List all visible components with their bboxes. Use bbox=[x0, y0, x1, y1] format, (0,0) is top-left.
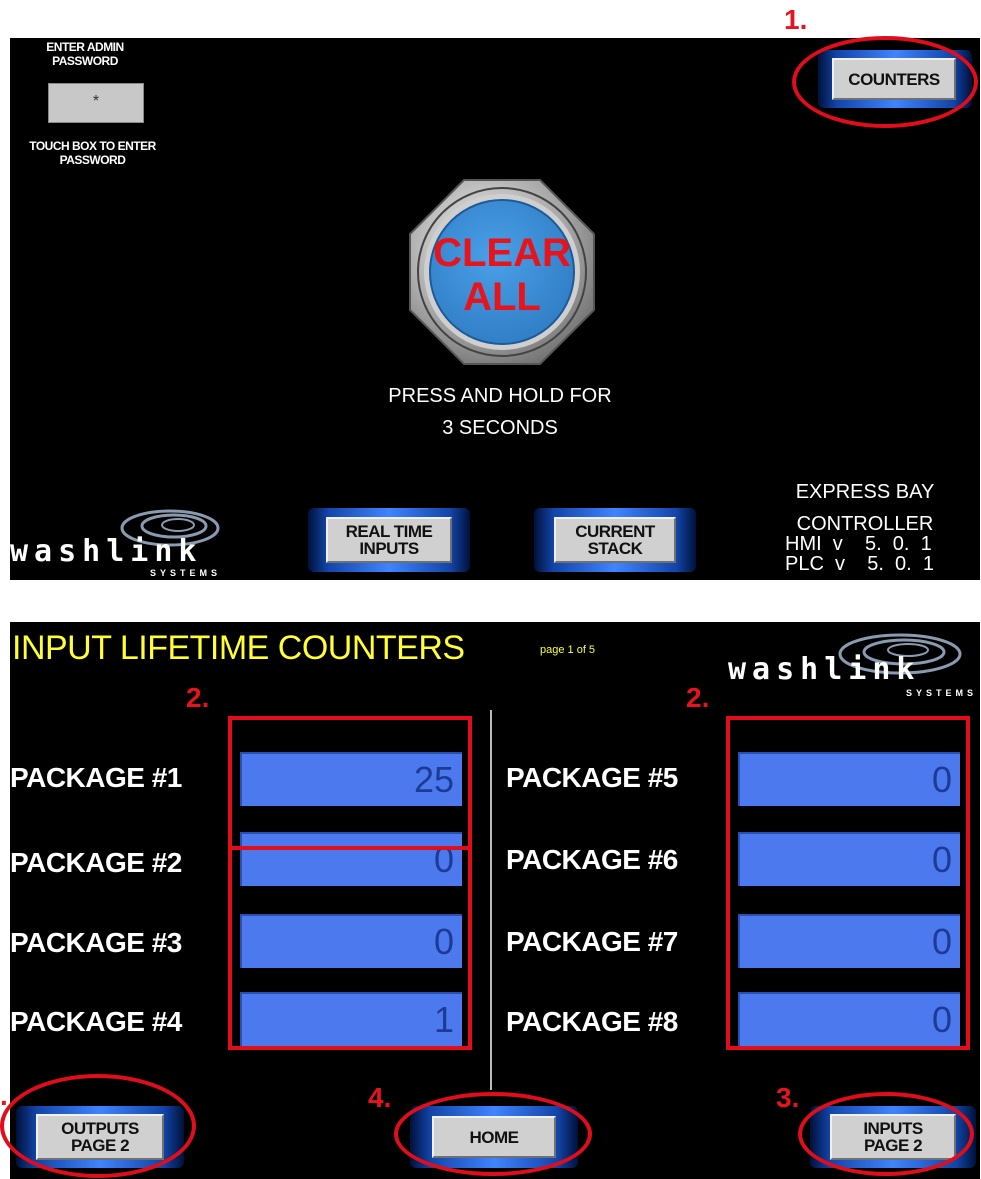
column-divider bbox=[490, 710, 492, 1090]
washlink-logo: washlink SYSTEMS bbox=[10, 504, 260, 580]
annotation-3: 3. bbox=[776, 1082, 800, 1113]
annotation-rect-right-counters bbox=[726, 716, 970, 1050]
current-stack-line2: STACK bbox=[587, 539, 643, 558]
washlink-wordmark: washlink bbox=[728, 652, 921, 687]
annotation-rect-left-counters-ext bbox=[228, 746, 472, 1050]
clear-label: CLEAR bbox=[433, 231, 571, 275]
press-hold-line1: PRESS AND HOLD FOR bbox=[388, 385, 612, 407]
annotation-oval-outputs bbox=[0, 1074, 196, 1178]
package-3-label: PACKAGE #3 bbox=[10, 927, 182, 958]
clear-all-button[interactable]: CLEAR ALL bbox=[406, 176, 598, 368]
all-label: ALL bbox=[463, 275, 541, 319]
current-stack-line1: CURRENT bbox=[575, 522, 655, 541]
washlink-systems: SYSTEMS bbox=[906, 688, 978, 698]
password-field[interactable]: * bbox=[48, 83, 144, 123]
package-6-label: PACKAGE #6 bbox=[506, 844, 678, 875]
package-4-label: PACKAGE #4 bbox=[10, 1006, 182, 1037]
package-2-label: PACKAGE #2 bbox=[10, 847, 182, 878]
page-title: INPUT LIFETIME COUNTERS bbox=[12, 629, 465, 667]
washlink-systems: SYSTEMS bbox=[150, 568, 222, 578]
annotation-oval-counters bbox=[792, 36, 978, 128]
current-stack-button[interactable]: CURRENT STACK bbox=[534, 508, 696, 572]
express-bay-title: EXPRESS BAY bbox=[795, 481, 935, 503]
real-time-inputs-button[interactable]: REAL TIME INPUTS bbox=[308, 508, 470, 572]
annotation-4: 4. bbox=[368, 1082, 392, 1113]
annotation-2-left: 2. bbox=[186, 682, 210, 713]
hmi-version: HMI v 5. 0. 1 bbox=[785, 533, 932, 555]
package-5-label: PACKAGE #5 bbox=[506, 762, 678, 793]
password-prompt: ENTER ADMIN PASSWORD bbox=[46, 40, 124, 68]
password-hint: TOUCH BOX TO ENTER PASSWORD bbox=[29, 139, 156, 167]
package-7-label: PACKAGE #7 bbox=[506, 926, 678, 957]
package-1-label: PACKAGE #1 bbox=[10, 762, 182, 793]
package-8-label: PACKAGE #8 bbox=[506, 1006, 678, 1037]
plc-version: PLC v 5. 0. 1 bbox=[785, 553, 934, 575]
real-time-inputs-line1: REAL TIME bbox=[345, 522, 433, 541]
washlink-logo: washlink SYSTEMS bbox=[728, 626, 980, 702]
press-hold-line2: 3 SECONDS bbox=[442, 417, 558, 439]
annotation-oval-home bbox=[394, 1092, 592, 1176]
annotation-oval-inputs bbox=[798, 1092, 974, 1176]
annotation-1: 1. bbox=[784, 4, 808, 35]
page-indicator: page 1 of 5 bbox=[540, 644, 596, 656]
washlink-wordmark: washlink bbox=[10, 534, 203, 569]
annotation-2-right: 2. bbox=[686, 682, 710, 713]
real-time-inputs-line2: INPUTS bbox=[359, 539, 419, 558]
